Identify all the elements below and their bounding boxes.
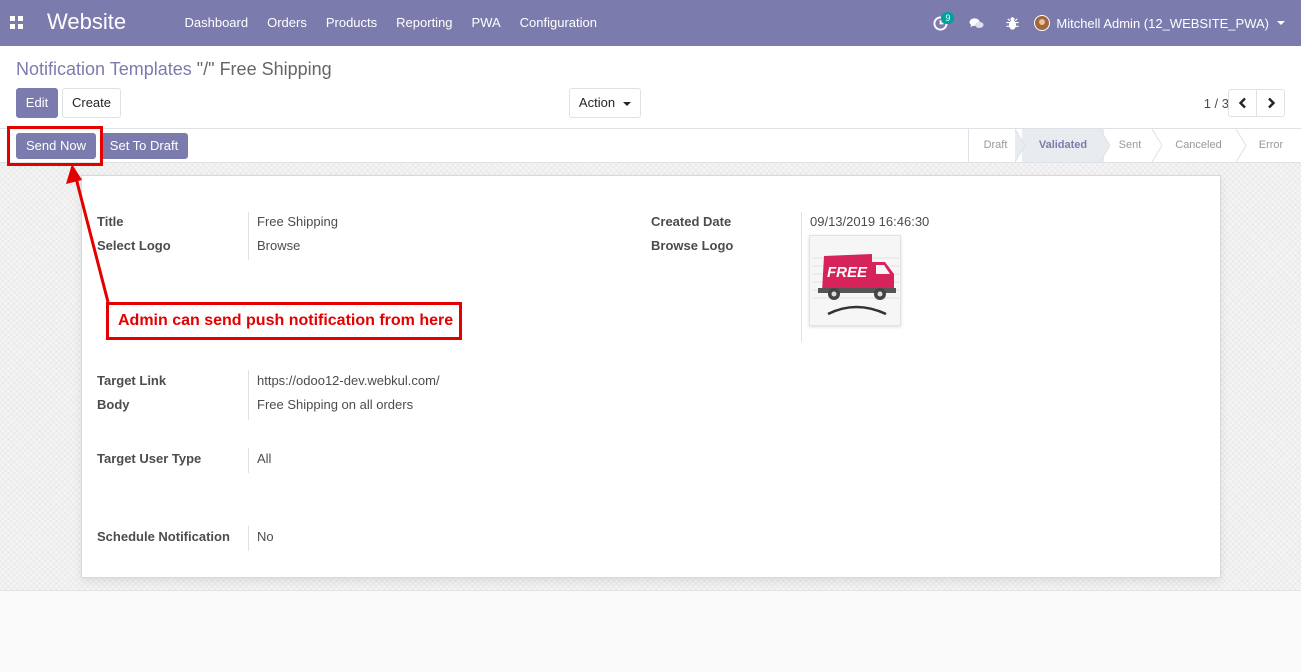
menu-item-products[interactable]: Products xyxy=(316,0,386,46)
caret-down-icon xyxy=(1277,21,1285,25)
field-divider xyxy=(248,370,249,420)
apps-menu-icon[interactable] xyxy=(10,16,23,29)
chat-icon xyxy=(969,17,984,28)
created-date-label: Created Date xyxy=(651,214,732,229)
stage-separator xyxy=(1236,129,1247,162)
form-status-header: Send Now Set To Draft Draft Validated Se… xyxy=(0,129,1301,163)
schedule-notification-value: No xyxy=(257,529,274,544)
bug-icon xyxy=(1006,16,1019,30)
stage-validated[interactable]: Validated xyxy=(1022,129,1104,162)
systray: 9 Mitchell Admin (12_WEBSITE_PWA) xyxy=(922,0,1301,46)
target-user-type-value: All xyxy=(257,451,272,466)
set-to-draft-button[interactable]: Set To Draft xyxy=(100,133,188,159)
menu-item-dashboard[interactable]: Dashboard xyxy=(175,0,258,46)
field-divider xyxy=(248,526,249,551)
create-button[interactable]: Create xyxy=(62,88,121,118)
body-label: Body xyxy=(97,397,130,412)
app-brand[interactable]: Website xyxy=(47,9,126,35)
stage-error[interactable]: Error xyxy=(1241,129,1301,162)
created-date-value: 09/13/2019 16:46:30 xyxy=(810,214,930,229)
edit-button[interactable]: Edit xyxy=(16,88,58,118)
title-value: Free Shipping xyxy=(257,214,338,229)
stage-canceled[interactable]: Canceled xyxy=(1156,129,1241,162)
user-menu[interactable]: Mitchell Admin (12_WEBSITE_PWA) xyxy=(1030,0,1301,46)
form-sheet xyxy=(81,175,1221,578)
menu-item-orders[interactable]: Orders xyxy=(258,0,317,46)
action-label: Action xyxy=(578,95,616,110)
messaging-button[interactable] xyxy=(958,0,994,46)
target-link-label: Target Link xyxy=(97,373,167,388)
logo-free-text: FREE xyxy=(827,264,868,281)
stage-separator xyxy=(1015,129,1026,162)
breadcrumb-parent[interactable]: Notification Templates xyxy=(16,59,192,79)
pager-next-button[interactable] xyxy=(1256,89,1285,117)
truck-logo-icon: FREE xyxy=(813,254,899,316)
title-label: Title xyxy=(97,214,124,229)
breadcrumb-separator: "/" xyxy=(191,59,220,79)
annotation-highlight-box xyxy=(7,126,103,166)
target-user-type-label: Target User Type xyxy=(97,451,202,466)
body-value: Free Shipping on all orders xyxy=(257,397,414,412)
menu-item-pwa[interactable]: PWA xyxy=(462,0,510,46)
menu-item-configuration[interactable]: Configuration xyxy=(510,0,606,46)
menu-item-reporting[interactable]: Reporting xyxy=(387,0,462,46)
logo-image: FREE xyxy=(809,235,901,326)
chevron-right-icon xyxy=(1267,97,1275,109)
chevron-left-icon xyxy=(1238,97,1246,109)
field-divider xyxy=(248,212,249,260)
pager-value: 1 / 3 xyxy=(1203,96,1229,111)
debug-button[interactable] xyxy=(994,0,1030,46)
breadcrumb-current: Free Shipping xyxy=(219,59,332,79)
activity-count-badge: 9 xyxy=(941,12,955,24)
activity-button[interactable]: 9 xyxy=(922,0,958,46)
schedule-notification-label: Schedule Notification xyxy=(97,529,230,544)
stage-separator xyxy=(1100,129,1111,162)
stage-separator xyxy=(1152,129,1163,162)
caret-down-icon xyxy=(623,101,632,106)
field-divider xyxy=(248,448,249,473)
select-logo-value: Browse xyxy=(257,238,301,253)
browse-logo-label: Browse Logo xyxy=(651,238,734,253)
select-logo-label: Select Logo xyxy=(97,238,171,253)
field-divider xyxy=(801,212,802,342)
avatar xyxy=(1034,15,1051,31)
breadcrumb: Notification Templates "/" Free Shipping xyxy=(16,59,332,80)
top-navbar: Website Dashboard Orders Products Report… xyxy=(0,0,1301,46)
pager-previous-button[interactable] xyxy=(1228,89,1257,117)
action-dropdown[interactable]: Action xyxy=(569,88,641,118)
control-panel: Notification Templates "/" Free Shipping… xyxy=(0,46,1301,129)
annotation-callout: Admin can send push notification from he… xyxy=(106,302,462,340)
user-name: Mitchell Admin (12_WEBSITE_PWA) xyxy=(1056,15,1269,31)
target-link-value[interactable]: https://odoo12-dev.webkul.com/ xyxy=(257,373,440,388)
main-menu: Dashboard Orders Products Reporting PWA … xyxy=(175,0,607,46)
